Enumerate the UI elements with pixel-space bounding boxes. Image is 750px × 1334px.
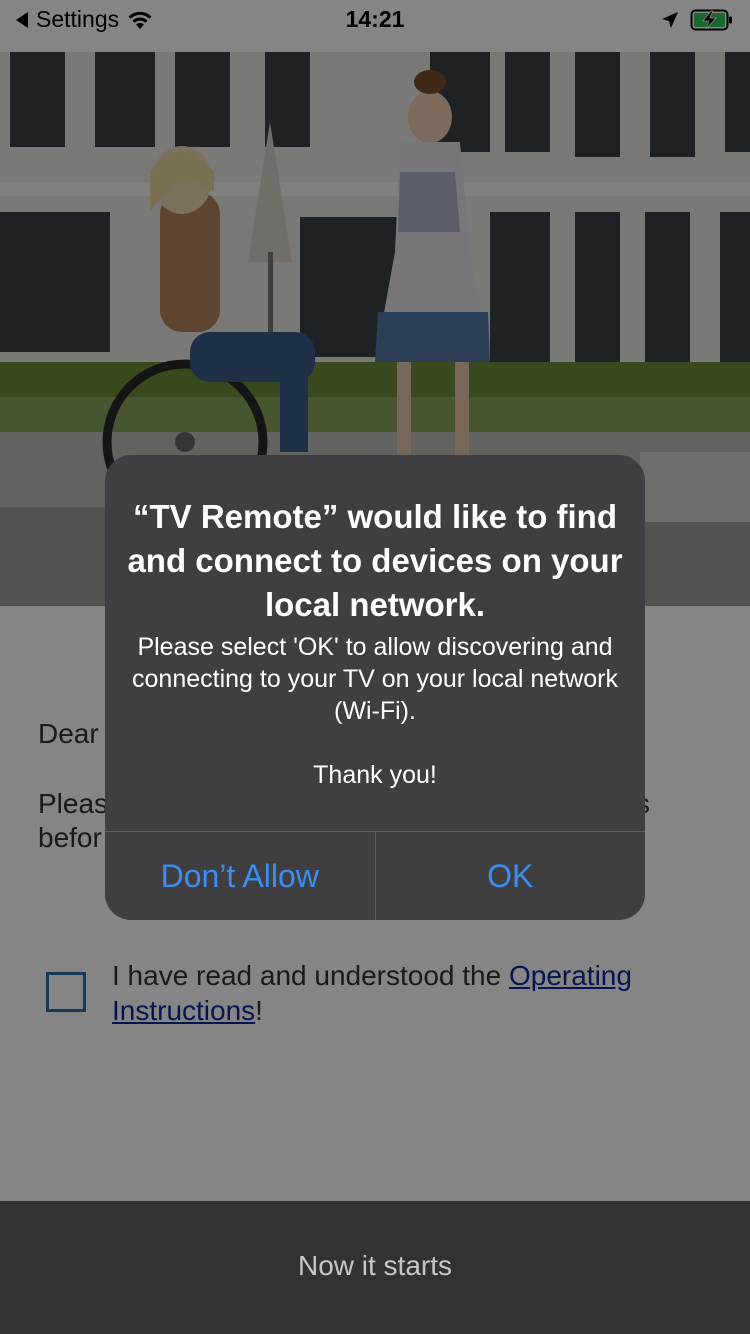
alert-message: Please select 'OK' to allow discovering …: [127, 631, 623, 791]
alert-thanks: Thank you!: [313, 761, 437, 789]
alert-title: “TV Remote” would like to find and conne…: [127, 498, 623, 623]
start-button-label[interactable]: Now it starts: [0, 1250, 750, 1282]
alert-message-body: Please select 'OK' to allow discovering …: [132, 633, 618, 725]
alert-button-row: Don’t Allow OK: [105, 831, 645, 920]
dont-allow-button[interactable]: Don’t Allow: [105, 832, 375, 920]
local-network-permission-alert: “TV Remote” would like to find and conne…: [105, 455, 645, 920]
ok-button[interactable]: OK: [374, 832, 646, 920]
